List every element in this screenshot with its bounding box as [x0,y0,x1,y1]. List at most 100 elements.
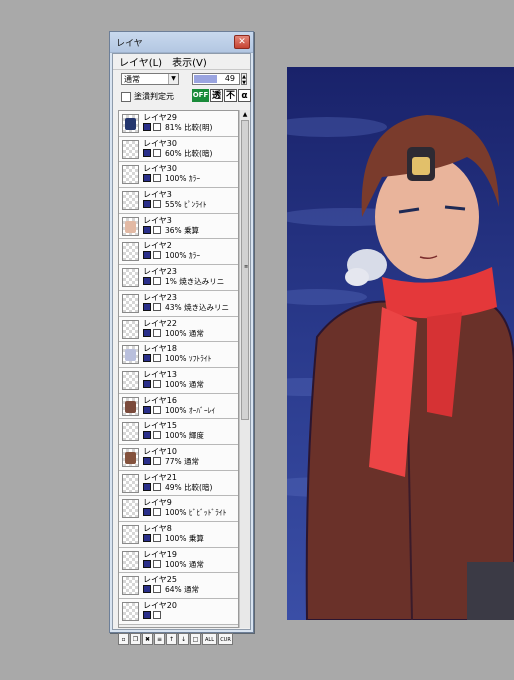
layer-thumbnail [122,550,139,570]
lock-icon[interactable] [153,431,161,440]
layer-thumbnail [122,576,139,596]
layer-row[interactable]: レイヤ18 100% ｿﾌﾄﾗｲﾄ [119,342,238,368]
lock-icon[interactable] [153,148,161,157]
lock-icon[interactable] [153,225,161,234]
clip-source-label: 塗潰判定元 [134,92,174,101]
eye-icon[interactable] [143,148,151,157]
ALL-button[interactable]: ALL [202,633,217,645]
lock-icon[interactable] [153,559,161,568]
thumbnail-content [125,220,136,233]
layer-mode: 輝度 [188,431,204,441]
layer-row[interactable]: レイヤ10 77% 通常 [119,444,238,471]
layer-mode: 焼き込みリニ [184,302,230,312]
protect-alpha-button[interactable]: α [238,89,251,102]
layer-row[interactable]: レイヤ20 [119,599,238,625]
lock-icon[interactable] [153,456,161,465]
lock-icon[interactable] [153,200,161,209]
layer-row[interactable]: レイヤ29 81% 比較(明) [119,111,238,137]
eye-icon[interactable] [143,508,151,517]
merge-button[interactable]: ≡ [154,633,165,645]
lock-icon[interactable] [153,123,161,131]
lock-icon[interactable] [153,302,161,311]
layer-row[interactable]: レイヤ30 100% ｶﾗｰ [119,162,238,189]
layer-row[interactable]: レイヤ16 100% ｵｰﾊﾞｰﾚｲ [119,393,238,420]
eye-icon[interactable] [143,174,151,183]
clear-button[interactable]: □ [190,633,201,645]
layer-blend-info: 100% ｵｰﾊﾞｰﾚｲ [165,405,215,416]
layer-opacity: 100% [165,379,187,389]
new-layer-button[interactable]: ▫ [118,633,129,645]
layer-opacity: 100% [165,251,187,261]
move-down-button[interactable]: ↓ [178,633,189,645]
new-set-button[interactable]: ❐ [130,633,141,645]
layer-row[interactable]: レイヤ23 43% 焼き込みリニ [119,290,238,317]
layer-list-scrollbar[interactable]: ▲ ≡ [239,110,250,628]
lock-icon[interactable] [153,379,161,388]
protect-transparency-button[interactable]: 透 [210,89,223,102]
chevron-down-icon[interactable]: ▼ [168,74,178,84]
protect-opacity-button[interactable]: 不 [224,89,237,102]
eye-icon[interactable] [143,354,151,363]
clip-source-checkbox[interactable] [121,92,131,102]
drawing-canvas[interactable] [287,67,514,620]
lock-icon[interactable] [153,482,161,491]
lock-icon[interactable] [153,611,161,620]
menu-view[interactable]: 表示(V) [172,54,207,69]
eye-icon[interactable] [143,559,151,568]
lock-icon[interactable] [153,277,161,286]
layer-mode: 比較(暗) [184,148,213,158]
eye-icon[interactable] [143,277,151,286]
opacity-slider[interactable]: 49 [192,73,240,85]
eye-icon[interactable] [143,405,151,414]
eye-icon[interactable] [143,123,151,131]
lock-icon[interactable] [153,354,161,363]
eye-icon[interactable] [143,379,151,388]
eye-icon[interactable] [143,611,151,620]
scroll-up-icon[interactable]: ▲ [240,110,250,120]
layer-opacity: 100% [165,405,187,415]
eye-icon[interactable] [143,225,151,234]
layer-row[interactable]: レイヤ25 64% 通常 [119,573,238,600]
eye-icon[interactable] [143,302,151,311]
eye-icon[interactable] [143,482,151,491]
layer-row[interactable]: レイヤ22 100% 通常 [119,316,238,343]
eye-icon[interactable] [143,585,151,594]
eye-icon[interactable] [143,328,151,337]
delete-button[interactable]: ✖ [142,633,153,645]
layer-row[interactable]: レイヤ3 55% ﾋﾟﾝﾗｲﾄ [119,188,238,214]
eye-icon[interactable] [143,251,151,260]
lock-icon[interactable] [153,585,161,594]
layer-row[interactable]: レイヤ13 100% 通常 [119,367,238,394]
window-titlebar[interactable]: レイヤ ✕ [110,32,253,53]
lock-icon[interactable] [153,328,161,337]
lock-icon[interactable] [153,534,161,542]
opacity-spinner[interactable]: ▲ ▼ [241,73,247,86]
layer-row[interactable]: レイヤ21 49% 比較(暗) [119,470,238,497]
eye-icon[interactable] [143,456,151,465]
lock-icon[interactable] [153,405,161,414]
layer-blend-info: 100% ｿﾌﾄﾗｲﾄ [165,353,211,364]
lock-icon[interactable] [153,508,161,517]
eye-icon[interactable] [143,431,151,440]
close-button[interactable]: ✕ [234,35,250,49]
layer-row[interactable]: レイヤ9 100% ﾋﾞﾋﾞｯﾄﾞﾗｲﾄ [119,496,238,522]
protect-off-button[interactable]: OFF [192,89,209,102]
CUR-button[interactable]: CUR [218,633,233,645]
eye-icon[interactable] [143,200,151,209]
layer-row[interactable]: レイヤ19 100% 通常 [119,547,238,574]
menu-layer[interactable]: レイヤ(L) [119,54,162,69]
move-up-button[interactable]: ↑ [166,633,177,645]
scroll-thumb[interactable]: ≡ [241,120,249,420]
lock-icon[interactable] [153,174,161,183]
blend-mode-select[interactable]: 通常 ▼ [121,73,179,85]
layer-row[interactable]: レイヤ23 1% 焼き込みリニ [119,265,238,291]
eye-icon[interactable] [143,534,151,542]
layer-row[interactable]: レイヤ30 60% 比較(暗) [119,136,238,163]
layer-thumbnail [122,139,139,159]
window-title: レイヤ [116,39,143,49]
layer-row[interactable]: レイヤ3 36% 乗算 [119,213,238,240]
lock-icon[interactable] [153,251,161,260]
layer-row[interactable]: レイヤ15 100% 輝度 [119,419,238,445]
layer-row[interactable]: レイヤ2 100% ｶﾗｰ [119,239,238,266]
layer-row[interactable]: レイヤ8 100% 乗算 [119,522,238,548]
